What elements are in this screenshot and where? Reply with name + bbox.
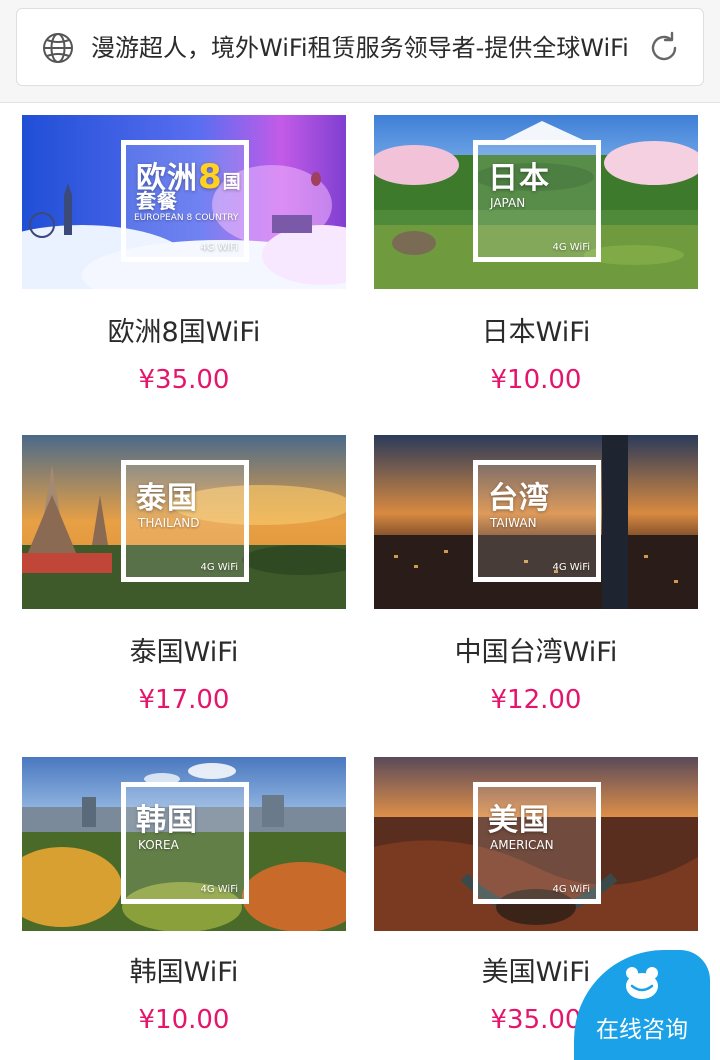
page-title: 漫游超人，境外WiFi租赁服务领导者-提供全球WiFi bbox=[91, 34, 629, 62]
product-label-frame: 日本 JAPAN 4G WiFi bbox=[473, 140, 601, 262]
badge-4g: 4G WiFi bbox=[200, 884, 238, 895]
product-name[interactable]: 韩国WiFi bbox=[22, 955, 346, 991]
product-label-frame: 韩国 KOREA 4G WiFi bbox=[121, 782, 249, 904]
product-price: ¥17.00 bbox=[138, 685, 230, 715]
image-subtitle-en: TAIWAN bbox=[490, 516, 537, 530]
image-title: 日本 bbox=[488, 161, 550, 196]
image-subtitle-en: THAILAND bbox=[138, 516, 200, 530]
badge-4g: 4G WiFi bbox=[552, 242, 590, 253]
badge-4g: 4G WiFi bbox=[552, 884, 590, 895]
image-subtitle-en: EUROPEAN 8 COUNTRY bbox=[134, 213, 239, 223]
product-image-taiwan[interactable]: 台湾 TAIWAN 4G WiFi bbox=[374, 435, 698, 609]
product-label-frame: 美国 AMERICAN 4G WiFi bbox=[473, 782, 601, 904]
product-card-europe[interactable]: 欧洲8国 套餐 EUROPEAN 8 COUNTRY 4G WiFi 欧洲8国W… bbox=[22, 115, 346, 415]
product-card-thailand[interactable]: 泰国 THAILAND 4G WiFi 泰国WiFi ¥17.00 bbox=[22, 435, 346, 735]
product-image-europe[interactable]: 欧洲8国 套餐 EUROPEAN 8 COUNTRY 4G WiFi bbox=[22, 115, 346, 289]
product-name[interactable]: 泰国WiFi bbox=[22, 635, 346, 671]
address-bar[interactable]: 漫游超人，境外WiFi租赁服务领导者-提供全球WiFi bbox=[16, 8, 704, 86]
image-title: 美国 bbox=[488, 803, 550, 838]
product-card-japan[interactable]: 日本 JAPAN 4G WiFi 日本WiFi ¥10.00 bbox=[374, 115, 698, 415]
product-label-frame: 台湾 TAIWAN 4G WiFi bbox=[473, 460, 601, 582]
product-name[interactable]: 日本WiFi bbox=[374, 315, 698, 351]
chat-bear-icon bbox=[626, 967, 658, 999]
product-image-japan[interactable]: 日本 JAPAN 4G WiFi bbox=[374, 115, 698, 289]
product-label-frame: 欧洲8国 套餐 EUROPEAN 8 COUNTRY 4G WiFi bbox=[121, 140, 249, 262]
product-image-korea[interactable]: 韩国 KOREA 4G WiFi bbox=[22, 757, 346, 931]
product-price: ¥12.00 bbox=[490, 685, 582, 715]
browser-top-bar: 漫游超人，境外WiFi租赁服务领导者-提供全球WiFi bbox=[0, 0, 720, 103]
product-price: ¥10.00 bbox=[490, 365, 582, 395]
badge-4g: 4G WiFi bbox=[552, 562, 590, 573]
image-title: 泰国 bbox=[136, 481, 198, 516]
image-title: 台湾 bbox=[488, 481, 550, 516]
badge-4g: 4G WiFi bbox=[200, 242, 238, 253]
product-image-usa[interactable]: 美国 AMERICAN 4G WiFi bbox=[374, 757, 698, 931]
image-subtitle-zh: 套餐 bbox=[136, 189, 178, 213]
consult-label: 在线咨询 bbox=[596, 1017, 688, 1043]
product-grid: 欧洲8国 套餐 EUROPEAN 8 COUNTRY 4G WiFi 欧洲8国W… bbox=[0, 103, 720, 1060]
image-subtitle-en: JAPAN bbox=[490, 196, 526, 210]
globe-icon bbox=[43, 33, 73, 63]
product-image-thailand[interactable]: 泰国 THAILAND 4G WiFi bbox=[22, 435, 346, 609]
app-root: 漫游超人，境外WiFi租赁服务领导者-提供全球WiFi 欧洲8国 套餐 EURO… bbox=[0, 0, 720, 1060]
image-subtitle-en: AMERICAN bbox=[490, 838, 554, 852]
product-card-korea[interactable]: 韩国 KOREA 4G WiFi 韩国WiFi ¥10.00 bbox=[22, 757, 346, 1057]
product-price: ¥10.00 bbox=[138, 1005, 230, 1035]
product-name[interactable]: 欧洲8国WiFi bbox=[22, 315, 346, 351]
image-subtitle-en: KOREA bbox=[138, 838, 179, 852]
product-card-taiwan[interactable]: 台湾 TAIWAN 4G WiFi 中国台湾WiFi ¥12.00 bbox=[374, 435, 698, 735]
product-name[interactable]: 中国台湾WiFi bbox=[374, 635, 698, 671]
badge-4g: 4G WiFi bbox=[200, 562, 238, 573]
reload-icon[interactable] bbox=[645, 29, 683, 67]
product-label-frame: 泰国 THAILAND 4G WiFi bbox=[121, 460, 249, 582]
product-price: ¥35.00 bbox=[138, 365, 230, 395]
image-title: 韩国 bbox=[136, 803, 198, 838]
